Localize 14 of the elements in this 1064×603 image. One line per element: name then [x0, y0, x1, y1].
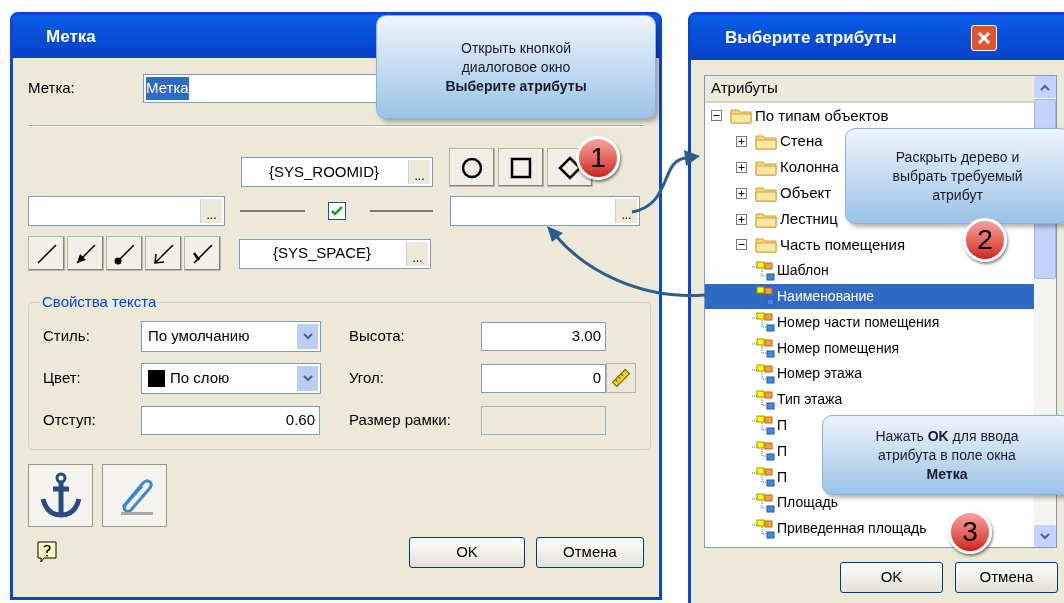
field-label: Отступ: — [43, 409, 97, 430]
window-title: Выберите атрибуты — [725, 26, 897, 49]
callout-text: Раскрыть дерево и выбрать требуемый атрибут — [892, 147, 1023, 205]
callout-text: Нажать OK для ввода атрибута в поле окна Метка — [875, 426, 1019, 484]
field-label: Цвет: — [43, 367, 82, 388]
group-title: Свойства текста — [41, 292, 158, 312]
callout-text: Открыть кнопкой диалоговое окно Выберите атрибуты — [445, 38, 587, 96]
field-label: Высота: — [349, 325, 406, 346]
field-label: Размер рамки: — [349, 409, 452, 430]
column-header: Атрибуты — [705, 76, 1034, 103]
field-label: Метка: — [28, 78, 76, 99]
window-title: Метка — [46, 25, 96, 48]
field-label: Стиль: — [43, 325, 91, 346]
field-label: Угол: — [349, 367, 385, 388]
